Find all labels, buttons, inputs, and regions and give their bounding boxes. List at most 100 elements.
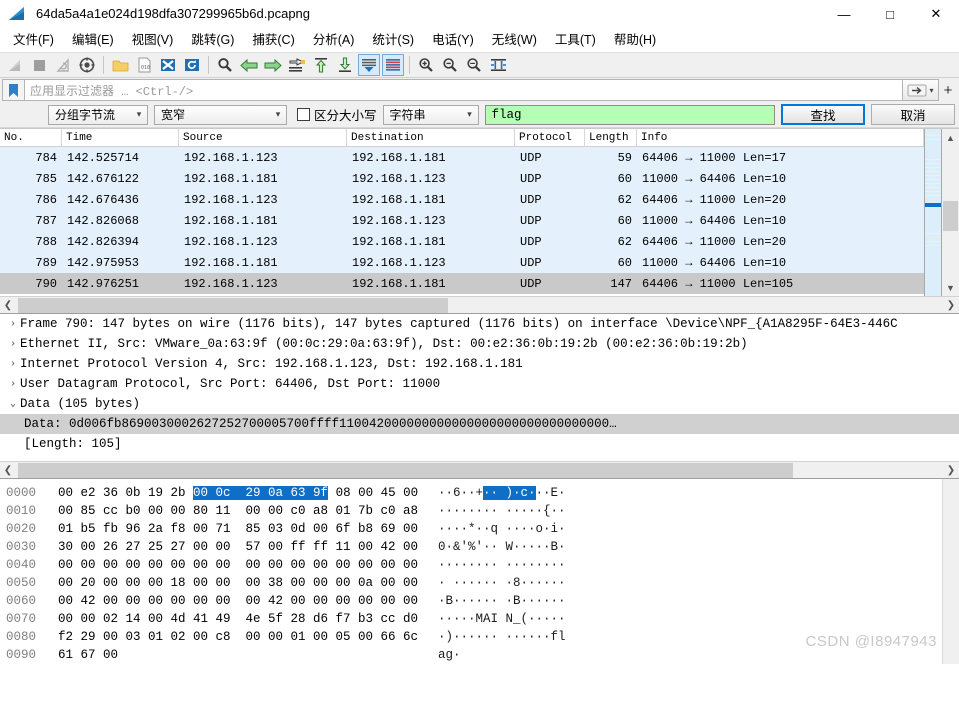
apply-filter-arrow-icon[interactable]: ▾ bbox=[903, 79, 939, 101]
hscroll-left-icon[interactable]: ❮ bbox=[0, 300, 16, 311]
packet-details-hscrollbar[interactable]: ❮ ❯ bbox=[0, 461, 959, 478]
menu-go[interactable]: 跳转(G) bbox=[182, 29, 243, 51]
display-filter-input[interactable]: 应用显示过滤器 … <Ctrl-/> bbox=[24, 79, 903, 101]
go-first-packet-icon[interactable] bbox=[310, 54, 332, 76]
case-sensitive-checkbox[interactable] bbox=[297, 108, 310, 121]
minimize-button[interactable]: — bbox=[821, 0, 867, 28]
restart-capture-icon[interactable] bbox=[52, 54, 74, 76]
twisty-collapsed-icon[interactable]: › bbox=[6, 379, 20, 390]
detail-protocol-row[interactable]: › Internet Protocol Version 4, Src: 192.1… bbox=[0, 354, 959, 374]
capture-options-icon[interactable] bbox=[76, 54, 98, 76]
hex-dump-row[interactable]: 0060 00 42 00 00 00 00 00 00 00 42 00 00 … bbox=[6, 592, 566, 610]
menu-tools[interactable]: 工具(T) bbox=[546, 29, 605, 51]
hscroll-left-icon[interactable]: ❮ bbox=[0, 465, 16, 476]
go-to-packet-icon[interactable] bbox=[286, 54, 308, 76]
menu-file[interactable]: 文件(F) bbox=[4, 29, 63, 51]
detail-field-row[interactable]: [Length: 105] bbox=[0, 434, 959, 454]
packet-row[interactable]: 788 142.826394 192.168.1.123 192.168.1.181 U… bbox=[0, 231, 924, 252]
packet-row[interactable]: 786 142.676436 192.168.1.123 192.168.1.181 U… bbox=[0, 189, 924, 210]
case-sensitive-option[interactable]: 区分大小写 bbox=[297, 105, 377, 124]
go-forward-icon[interactable] bbox=[262, 54, 284, 76]
close-button[interactable]: ✕ bbox=[913, 0, 959, 28]
hex-dump-row[interactable]: 0050 00 20 00 00 00 18 00 00 00 38 00 00 … bbox=[6, 574, 566, 592]
open-file-icon[interactable] bbox=[109, 54, 131, 76]
hex-dump-row[interactable]: 0010 00 85 cc b0 00 00 80 11 00 00 c0 a8 … bbox=[6, 502, 566, 520]
detail-protocol-row[interactable]: › User Datagram Protocol, Src Port: 64406… bbox=[0, 374, 959, 394]
go-last-packet-icon[interactable] bbox=[334, 54, 356, 76]
find-packet-icon[interactable] bbox=[214, 54, 236, 76]
go-back-icon[interactable] bbox=[238, 54, 260, 76]
packet-row[interactable]: 784 142.525714 192.168.1.123 192.168.1.181 U… bbox=[0, 147, 924, 168]
packet-bytes-pane[interactable]: 0000 00 e2 36 0b 19 2b 00 0c 29 0a 63 9f … bbox=[0, 478, 959, 664]
scroll-up-icon[interactable]: ▲ bbox=[942, 129, 959, 146]
hscroll-thumb[interactable] bbox=[18, 297, 448, 313]
reload-file-icon[interactable] bbox=[181, 54, 203, 76]
column-header-time[interactable]: Time bbox=[62, 129, 179, 146]
menu-capture[interactable]: 捕获(C) bbox=[243, 29, 303, 51]
menu-telephony[interactable]: 电话(Y) bbox=[423, 29, 483, 51]
scroll-down-icon[interactable]: ▼ bbox=[942, 279, 959, 296]
column-header-destination[interactable]: Destination bbox=[347, 129, 515, 146]
hex-dump-row[interactable]: 0020 01 b5 fb 96 2a f8 00 71 85 03 0d 00 … bbox=[6, 520, 566, 538]
find-search-in-combo[interactable]: 分组字节流 ▾ bbox=[48, 104, 148, 125]
packet-list[interactable]: No. Time Source Destination Protocol Len… bbox=[0, 129, 924, 296]
hex-dump-row[interactable]: 0030 30 00 26 27 25 27 00 00 57 00 ff ff … bbox=[6, 538, 566, 556]
detail-field-row[interactable]: Data: 0d006fb8690030002627252700005700ff… bbox=[0, 414, 959, 434]
detail-protocol-row[interactable]: ⌄ Data (105 bytes) bbox=[0, 394, 959, 414]
column-header-info[interactable]: Info bbox=[637, 129, 924, 146]
stop-capture-icon[interactable] bbox=[28, 54, 50, 76]
save-file-icon[interactable]: 010 bbox=[133, 54, 155, 76]
hscroll-right-icon[interactable]: ❯ bbox=[943, 465, 959, 476]
resize-columns-icon[interactable] bbox=[487, 54, 509, 76]
zoom-in-icon[interactable] bbox=[415, 54, 437, 76]
hex-dump-row[interactable]: 0040 00 00 00 00 00 00 00 00 00 00 00 00 … bbox=[6, 556, 566, 574]
autoscroll-icon[interactable] bbox=[358, 54, 380, 76]
hex-dump-row[interactable]: 0090 61 67 00 ag· bbox=[6, 646, 566, 664]
find-query-input[interactable]: flag bbox=[484, 104, 775, 125]
column-header-source[interactable]: Source bbox=[179, 129, 347, 146]
cancel-button-find[interactable]: 取消 bbox=[871, 104, 955, 125]
twisty-expanded-icon[interactable]: ⌄ bbox=[6, 398, 20, 410]
packet-list-hscrollbar[interactable]: ❮ ❯ bbox=[0, 296, 959, 313]
hex-dump-row[interactable]: 0070 00 00 02 14 00 4d 41 49 4e 5f 28 d6 … bbox=[6, 610, 566, 628]
zoom-out-icon[interactable] bbox=[439, 54, 461, 76]
scrollbar-thumb[interactable] bbox=[943, 201, 958, 231]
packet-row[interactable]: 790 142.976251 192.168.1.123 192.168.1.181 U… bbox=[0, 273, 924, 294]
packet-bytes-scrollbar[interactable] bbox=[942, 479, 959, 664]
twisty-collapsed-icon[interactable]: › bbox=[6, 319, 20, 330]
hscroll-right-icon[interactable]: ❯ bbox=[943, 300, 959, 311]
close-file-icon[interactable] bbox=[157, 54, 179, 76]
add-filter-button[interactable]: + bbox=[939, 79, 957, 101]
packet-row[interactable]: 785 142.676122 192.168.1.181 192.168.1.123 U… bbox=[0, 168, 924, 189]
find-button[interactable]: 查找 bbox=[781, 104, 865, 125]
menu-edit[interactable]: 编辑(E) bbox=[63, 29, 123, 51]
column-header-protocol[interactable]: Protocol bbox=[515, 129, 585, 146]
menu-wireless[interactable]: 无线(W) bbox=[483, 29, 546, 51]
packet-detail-tree[interactable]: › Frame 790: 147 bytes on wire (1176 bits… bbox=[0, 314, 959, 461]
twisty-collapsed-icon[interactable]: › bbox=[6, 359, 20, 370]
detail-protocol-row[interactable]: › Ethernet II, Src: VMware_0a:63:9f (00:0… bbox=[0, 334, 959, 354]
menu-view[interactable]: 视图(V) bbox=[123, 29, 183, 51]
packet-row[interactable]: 789 142.975953 192.168.1.181 192.168.1.123 U… bbox=[0, 252, 924, 273]
column-header-length[interactable]: Length bbox=[585, 129, 637, 146]
find-value-type-combo[interactable]: 字符串 ▾ bbox=[382, 104, 479, 125]
find-display-filter-combo[interactable]: 宽窄 ▾ bbox=[154, 104, 287, 125]
hscroll-track[interactable] bbox=[16, 297, 943, 313]
colorize-icon[interactable] bbox=[382, 54, 404, 76]
maximize-button[interactable]: □ bbox=[867, 0, 913, 28]
menu-analyze[interactable]: 分析(A) bbox=[304, 29, 364, 51]
bookmark-icon[interactable] bbox=[2, 79, 24, 101]
hscroll-track[interactable] bbox=[16, 462, 943, 478]
packet-list-scrollbar[interactable]: ▲ ▼ bbox=[942, 129, 959, 296]
hex-dump-row[interactable]: 0000 00 e2 36 0b 19 2b 00 0c 29 0a 63 9f … bbox=[6, 484, 566, 502]
zoom-reset-icon[interactable] bbox=[463, 54, 485, 76]
twisty-collapsed-icon[interactable]: › bbox=[6, 339, 20, 350]
hscroll-thumb[interactable] bbox=[18, 462, 793, 478]
menu-help[interactable]: 帮助(H) bbox=[605, 29, 665, 51]
detail-protocol-row[interactable]: › Frame 790: 147 bytes on wire (1176 bits… bbox=[0, 314, 959, 334]
packet-row[interactable]: 787 142.826068 192.168.1.181 192.168.1.123 U… bbox=[0, 210, 924, 231]
menu-statistics[interactable]: 统计(S) bbox=[363, 29, 423, 51]
hex-dump-row[interactable]: 0080 f2 29 00 03 01 02 00 c8 00 00 01 00 … bbox=[6, 628, 566, 646]
column-header-no[interactable]: No. bbox=[0, 129, 62, 146]
filter-dropdown-chevron-icon[interactable]: ▾ bbox=[929, 86, 933, 95]
